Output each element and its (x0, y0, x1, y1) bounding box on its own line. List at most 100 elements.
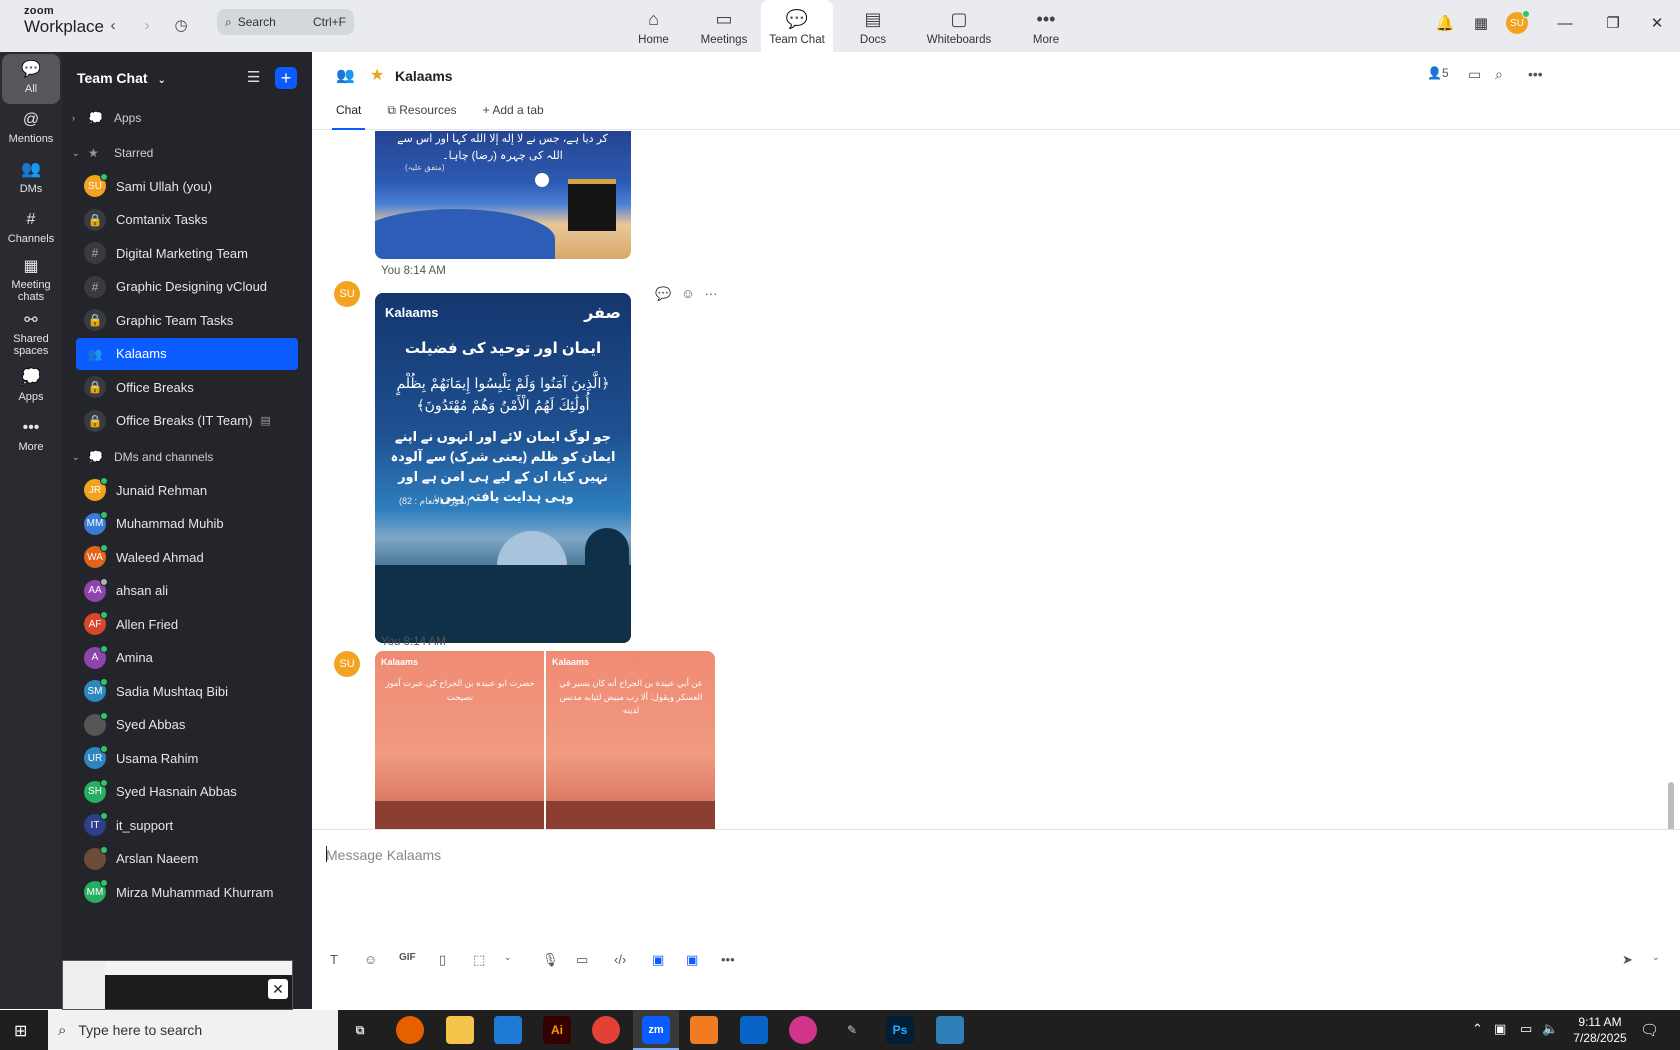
send-button[interactable]: ➤ (1622, 952, 1633, 968)
notifications-button[interactable]: 🔔 (1432, 10, 1458, 36)
chrome-app[interactable] (592, 1016, 620, 1044)
sidebar-item-syed-hasnain-abbas[interactable]: SH Syed Hasnain Abbas (76, 776, 298, 808)
rail-more[interactable]: ••• More (2, 412, 60, 462)
wireguard-app[interactable] (936, 1016, 964, 1044)
composer-more-button[interactable]: ••• (721, 952, 735, 967)
taskbar-search[interactable]: ⌕ Type here to search (48, 1010, 338, 1050)
sidebar-item-office-breaks-it-team[interactable]: 🔒 Office Breaks (IT Team) ▤ (76, 405, 298, 437)
back-button[interactable]: ‹ (101, 13, 125, 37)
minimize-button[interactable]: — (1550, 10, 1580, 36)
creative-cloud-app[interactable] (789, 1016, 817, 1044)
taskbar-clock[interactable]: 9:11 AM 7/28/2025 (1560, 1014, 1640, 1046)
maximize-button[interactable]: ❐ (1598, 10, 1628, 36)
sidebar-item-arslan-naeem[interactable]: Arslan Naeem (76, 843, 298, 875)
thumbnail-close-button[interactable]: ✕ (268, 979, 288, 999)
message-input[interactable] (326, 842, 1226, 868)
channel-more-button[interactable]: ••• (1528, 66, 1543, 82)
sidebar-item-graphic-team-tasks[interactable]: 🔒 Graphic Team Tasks (76, 304, 298, 336)
gif-button[interactable]: GIF (399, 952, 416, 963)
sidebar-item-office-breaks[interactable]: 🔒 Office Breaks (76, 371, 298, 403)
tab-resources[interactable]: ⧉ Resources (383, 102, 460, 130)
message-image[interactable]: کر دیا ہے، جس نے لا إله إلا الله کہا اور… (375, 131, 631, 259)
tray-app-icon[interactable]: ▣ (1494, 1021, 1506, 1037)
sidebar-item-sami-ullah-you[interactable]: SU Sami Ullah (you) (76, 170, 298, 202)
message-image[interactable]: Kalaams حضرت ابو عبیدہ بن الجراح کی عبرت… (375, 651, 544, 841)
tab-whiteboards[interactable]: ▢ Whiteboards (913, 0, 1005, 52)
avatar[interactable]: SU (334, 281, 360, 307)
app-button[interactable]: ▣ (652, 952, 664, 968)
meeting-button[interactable]: ▣ (686, 952, 698, 968)
rail-apps[interactable]: 💭 Apps (2, 362, 60, 412)
rail-mentions[interactable]: @ Mentions (2, 104, 60, 154)
message-image[interactable]: Kalaams عن أبي عبيدة بن الجراح أنه كان ي… (546, 651, 715, 841)
search-channel-button[interactable]: ⌕ (1495, 66, 1503, 83)
section-starred[interactable]: ⌄ ★ Starred (62, 137, 312, 169)
sidebar-item-sadia-mushtaq-bibi[interactable]: SM Sadia Mushtaq Bibi (76, 675, 298, 707)
xampp-app[interactable] (690, 1016, 718, 1044)
voice-message-button[interactable]: 🎙 (542, 952, 559, 968)
vscode-app[interactable] (494, 1016, 522, 1044)
firefox-app[interactable] (396, 1016, 424, 1044)
sidebar-item-allen-fried[interactable]: AF Allen Fried (76, 608, 298, 640)
rail-channels[interactable]: # Channels (2, 204, 60, 254)
outlook-app[interactable] (740, 1016, 768, 1044)
forward-button[interactable]: › (135, 13, 159, 37)
task-view-button[interactable]: ⧉ (346, 1016, 374, 1044)
tab-meetings[interactable]: ▭ Meetings (687, 0, 761, 52)
attach-file-button[interactable]: ▯ (439, 952, 446, 968)
sidebar-item-junaid-rehman[interactable]: JR Junaid Rehman (76, 474, 298, 506)
notification-center-button[interactable]: 🗨 (1640, 1021, 1659, 1039)
code-snippet-button[interactable]: ‹/› (614, 952, 626, 967)
rail-dms[interactable]: 👥 DMs (2, 154, 60, 204)
sidebar-item-it-support[interactable]: IT it_support (76, 809, 298, 841)
new-chat-button[interactable]: + (275, 67, 297, 89)
sidebar-item-mirza-muhammad-khurram[interactable]: MM Mirza Muhammad Khurram (76, 876, 298, 908)
tab-team-chat[interactable]: 💬 Team Chat (761, 0, 833, 52)
zoom-app[interactable]: zm (642, 1016, 670, 1044)
sidebar-item-amina[interactable]: A Amina (76, 642, 298, 674)
tab-home[interactable]: ⌂ Home (620, 0, 687, 52)
file-explorer-app[interactable] (446, 1016, 474, 1044)
section-dms-and-channels[interactable]: ⌄ 💭 DMs and channels (62, 441, 312, 473)
sidebar-item-muhammad-muhib[interactable]: MM Muhammad Muhib (76, 508, 298, 540)
windows-start-button[interactable]: ⊞ (14, 1021, 27, 1041)
section-apps[interactable]: › 💭 Apps (62, 102, 312, 134)
filter-button[interactable]: ☰ (247, 68, 260, 86)
search-box[interactable]: ⌕ Search Ctrl+F (217, 9, 354, 35)
pen-tool-app[interactable]: ✎ (838, 1016, 866, 1044)
emoji-button[interactable]: ☺ (364, 952, 377, 967)
rail-all[interactable]: 💬 All (2, 54, 60, 104)
sidebar-item-ahsan-ali[interactable]: AA ahsan ali (76, 575, 298, 607)
tab-more[interactable]: ••• More (1005, 0, 1087, 52)
send-options-button[interactable]: ⌄ (1652, 952, 1660, 963)
screenshot-options-button[interactable]: ⌄ (504, 952, 512, 963)
sidebar-item-digital-marketing-team[interactable]: # Digital Marketing Team (76, 237, 298, 269)
history-button[interactable]: ◷ (169, 13, 193, 37)
emoji-reaction-icon[interactable]: ☺ (681, 286, 694, 302)
add-tab-button[interactable]: + Add a tab (479, 102, 548, 130)
message-feed[interactable]: کر دیا ہے، جس نے لا إله إلا الله کہا اور… (312, 131, 1662, 881)
avatar[interactable]: SU (334, 651, 360, 677)
message-image[interactable]: Kalaams صفر ایمان اور توحید کی فضیلت ﴿ال… (375, 293, 631, 643)
sidebar-item-graphic-designing-vcloud[interactable]: # Graphic Designing vCloud (76, 271, 298, 303)
rail-meeting-chats[interactable]: ▦ Meeting chats (2, 256, 60, 306)
sidebar-title-dropdown[interactable]: Team Chat ⌄ (77, 70, 166, 86)
volume-button[interactable]: 🔈 (1542, 1021, 1558, 1037)
format-text-button[interactable]: T (330, 952, 338, 967)
video-message-button[interactable]: ▭ (576, 952, 588, 968)
sidebar-item-usama-rahim[interactable]: UR Usama Rahim (76, 742, 298, 774)
channel-title[interactable]: Kalaams (395, 68, 453, 84)
photoshop-app[interactable]: Ps (886, 1016, 914, 1044)
sidebar-item-comtanix-tasks[interactable]: 🔒 Comtanix Tasks (76, 204, 298, 236)
calendar-button[interactable]: ▦ (1468, 10, 1494, 36)
profile-button[interactable]: SU (1504, 10, 1530, 36)
sidebar-item-syed-abbas[interactable]: Syed Abbas (76, 709, 298, 741)
star-button[interactable]: ★ (370, 65, 384, 85)
tab-docs[interactable]: ▤ Docs (833, 0, 913, 52)
video-preview-thumbnail[interactable]: ✕ (62, 960, 293, 1010)
network-button[interactable]: ▭ (1520, 1021, 1532, 1037)
screenshot-button[interactable]: ⬚ (473, 952, 485, 968)
illustrator-app[interactable]: Ai (543, 1016, 571, 1044)
rail-shared-spaces[interactable]: ⚯ Shared spaces (2, 310, 60, 360)
sidebar-item-kalaams[interactable]: 👥 Kalaams (76, 337, 298, 370)
